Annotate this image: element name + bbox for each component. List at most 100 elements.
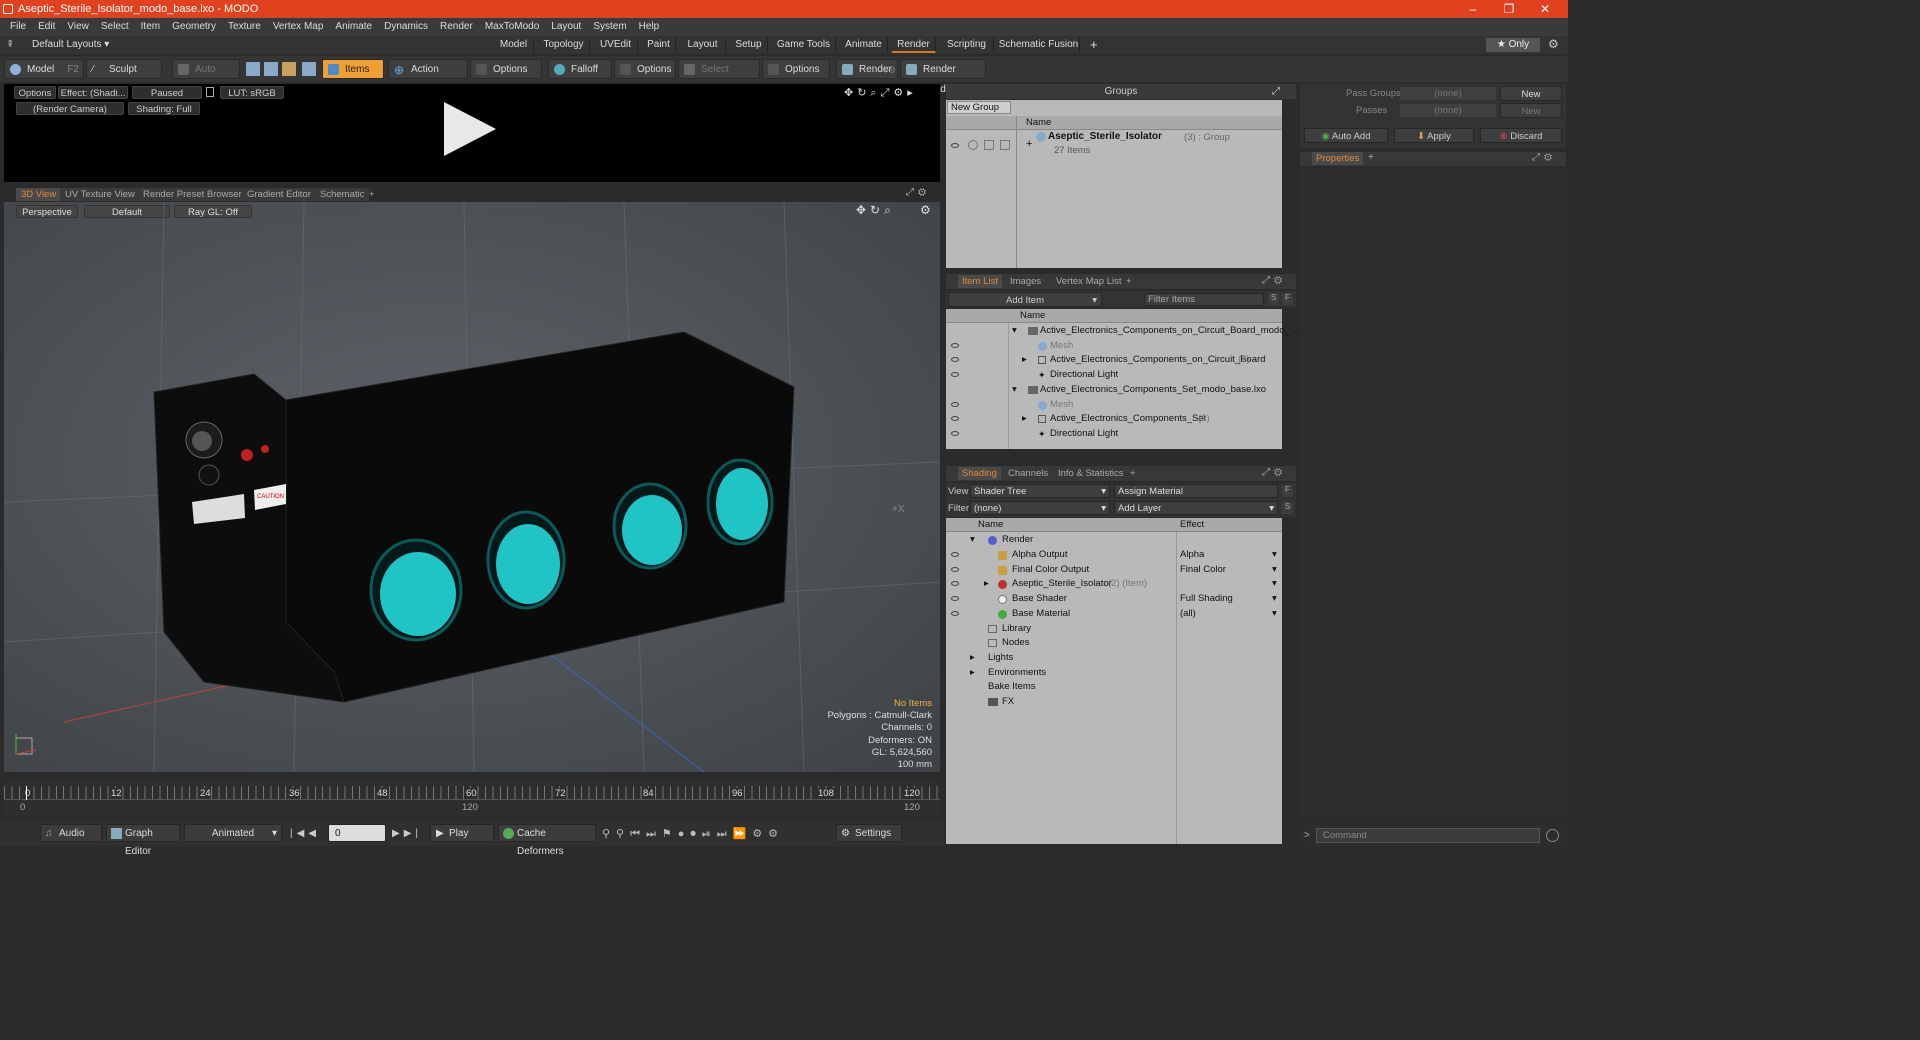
items-mode-button[interactable]: Items (322, 59, 384, 79)
minimize-button[interactable]: – (1456, 0, 1490, 18)
expand-arrow-icon[interactable]: ▸ (1022, 353, 1027, 367)
auto-add-button[interactable]: ◉ Auto Add (1304, 128, 1388, 143)
default-layouts-dropdown[interactable]: Default Layouts ▾ (32, 39, 109, 50)
eye-icon[interactable] (951, 416, 959, 421)
tab-setup[interactable]: Setup (730, 37, 768, 53)
tab-3d-view[interactable]: 3D View (16, 188, 62, 201)
command-history-icon[interactable] (1546, 829, 1559, 842)
collapse-arrow-icon[interactable]: ▾ (970, 533, 975, 547)
menu-edit[interactable]: Edit (32, 18, 61, 36)
filter-s-button[interactable]: S (1268, 293, 1279, 305)
add-properties-tab-button[interactable]: + (1368, 152, 1374, 163)
tab-layout[interactable]: Layout (680, 37, 726, 53)
tab-vertex-map-list[interactable]: Vertex Map List (1052, 275, 1125, 288)
command-input[interactable]: Command (1316, 828, 1540, 843)
passes-dropdown[interactable]: (none) (1400, 104, 1496, 117)
eye-icon[interactable] (951, 372, 959, 377)
tab-render[interactable]: Render (892, 37, 936, 53)
shader-row-lights[interactable]: ▸ Lights (946, 651, 1282, 665)
render-toggle-icon[interactable] (968, 140, 978, 150)
eye-icon[interactable] (951, 596, 959, 601)
select-through-button[interactable]: Select Through (678, 59, 760, 95)
eye-icon[interactable] (951, 402, 959, 407)
lock-icon[interactable] (206, 87, 214, 97)
menu-layout[interactable]: Layout (545, 18, 587, 36)
tab-schematic-fusion[interactable]: Schematic Fusion (998, 37, 1080, 53)
tab-item-list[interactable]: Item List (958, 275, 1002, 288)
add-item-list-tab-button[interactable]: + (1122, 275, 1136, 288)
maximize-button[interactable]: ❐ (1492, 0, 1526, 18)
falloff-options-button[interactable]: Options (614, 59, 676, 79)
preview-lut-dropdown[interactable]: LUT: sRGB (220, 86, 284, 99)
select-options-button[interactable]: Options (762, 59, 830, 79)
animated-dropdown[interactable]: Animated ▾ (184, 824, 282, 842)
filter-items-input[interactable]: Filter Items (1144, 293, 1264, 306)
polygons-mode-icon[interactable] (282, 62, 296, 76)
expand-arrow-icon[interactable]: ▸ (970, 651, 975, 665)
menu-render[interactable]: Render (434, 18, 479, 36)
vertices-mode-icon[interactable] (246, 62, 260, 76)
preview-paused-button[interactable]: Paused (132, 86, 202, 99)
sculpt-mode-button[interactable]: ⁄ Sculpt (86, 59, 162, 79)
dropdown-arrow-icon[interactable]: ▾ (1272, 548, 1277, 562)
shader-row-render[interactable]: ▾ Render (946, 533, 1282, 547)
settings-button[interactable]: ⚙ Settings (836, 824, 902, 842)
expand-icon[interactable]: ⤢ (1272, 84, 1280, 99)
timeline[interactable]: 0 12 24 36 48 60 72 84 96 108 120 0 120 … (4, 780, 940, 816)
eye-icon[interactable] (951, 343, 959, 348)
preview-options-button[interactable]: Options (14, 86, 56, 99)
lock-toggle-icon[interactable] (984, 140, 994, 150)
properties-panel-controls[interactable]: ⤢⚙ (1532, 152, 1556, 163)
eye-icon[interactable] (951, 552, 959, 557)
tab-properties[interactable]: Properties (1312, 152, 1364, 165)
view-dropdown[interactable]: Shader Tree ▾ (970, 484, 1110, 498)
dropdown-arrow-icon[interactable]: ▾ (1272, 563, 1277, 577)
collapse-arrow-icon[interactable]: ▾ (1012, 324, 1017, 338)
select-toggle-icon[interactable] (1000, 140, 1010, 150)
eye-icon[interactable] (951, 581, 959, 586)
assign-material-button[interactable]: Assign Material (1114, 484, 1278, 498)
dropdown-arrow-icon[interactable]: ▾ (1272, 592, 1277, 606)
expand-arrow-icon[interactable]: ▸ (1022, 412, 1027, 426)
menu-animate[interactable]: Animate (329, 18, 378, 36)
add-shading-tab-button[interactable]: + (1126, 467, 1140, 480)
layout-settings-gear-icon[interactable]: ⚙ (1548, 37, 1559, 51)
shader-row-environments[interactable]: ▸ Environments (946, 666, 1282, 680)
shader-row-nodes[interactable]: Nodes (946, 636, 1282, 650)
discard-button[interactable]: ⊗ Discard (1480, 128, 1562, 143)
layouts-toggle-icon[interactable]: ⇞ (6, 39, 14, 50)
viewport-panel-controls[interactable]: ⤢⚙ (906, 187, 930, 198)
dropdown-arrow-icon[interactable]: ▾ (1272, 577, 1277, 591)
eye-icon[interactable] (951, 143, 959, 148)
shader-row-final-color[interactable]: Final Color Output Final Color ▾ (946, 563, 1282, 577)
eye-icon[interactable] (951, 611, 959, 616)
add-layer-dropdown[interactable]: Add Layer ▾ (1114, 501, 1278, 515)
tab-animate[interactable]: Animate (840, 37, 888, 53)
collapse-arrow-icon[interactable]: ▾ (1012, 383, 1017, 397)
shader-row-alpha-output[interactable]: Alpha Output Alpha ▾ (946, 548, 1282, 562)
current-frame-input[interactable]: 0 (328, 824, 386, 842)
shading-s-button[interactable]: S (1282, 502, 1293, 514)
expand-arrow-icon[interactable]: ▸ (984, 577, 989, 591)
playhead[interactable] (26, 786, 27, 800)
key-tools-icons[interactable]: ⚲⚲⏮⏭⚑●⏺⏯⏭⏩⚙⚙ (602, 827, 784, 841)
action-center-button[interactable]: ⊕Action Center (388, 59, 468, 95)
tab-scripting[interactable]: Scripting (940, 37, 994, 53)
add-layout-tab-button[interactable]: + (1090, 37, 1098, 52)
pass-groups-dropdown[interactable]: (none) (1400, 87, 1496, 100)
menu-file[interactable]: File (4, 18, 32, 36)
tab-model[interactable]: Model (494, 37, 534, 53)
shading-panel-controls[interactable]: ⤢⚙ (1262, 467, 1286, 478)
tab-topology[interactable]: Topology (538, 37, 590, 53)
tab-render-preset-browser[interactable]: Render Preset Browser (138, 188, 247, 201)
tab-images[interactable]: Images (1006, 275, 1045, 288)
tab-channels[interactable]: Channels (1004, 467, 1052, 480)
new-pass-button[interactable]: New (1500, 103, 1562, 118)
falloff-button[interactable]: Falloff (548, 59, 612, 79)
preview-camera-dropdown[interactable]: (Render Camera) (16, 102, 124, 115)
model-mode-button[interactable]: Model F2 (4, 59, 84, 79)
menu-maxtomodo[interactable]: MaxToModo (479, 18, 545, 36)
menu-texture[interactable]: Texture (222, 18, 267, 36)
materials-mode-icon[interactable] (302, 62, 316, 76)
preview-effect-dropdown[interactable]: Effect: (Shadi... (58, 86, 128, 99)
